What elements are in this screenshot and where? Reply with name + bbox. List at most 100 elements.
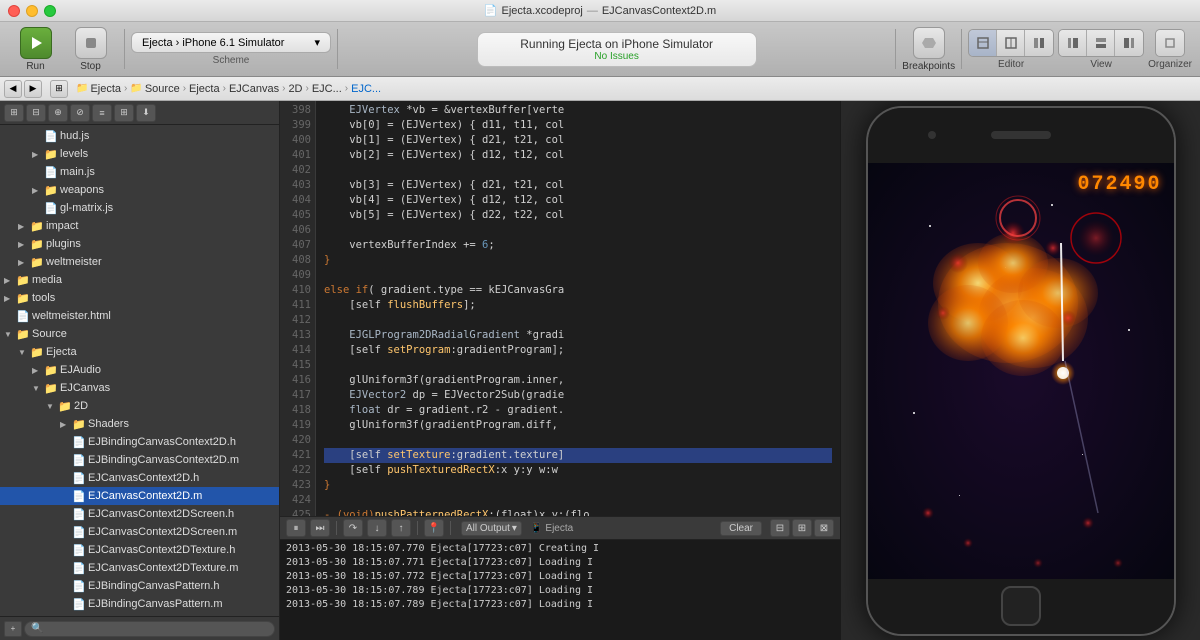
sidebar-item-ejbinding-h[interactable]: 📄 EJBindingCanvasContext2D.h xyxy=(0,433,279,451)
sidebar-item-impact[interactable]: ▶ 📁 impact xyxy=(0,217,279,235)
sidebar-item-ejpattern-m[interactable]: 📄 EJBindingCanvasPattern.m xyxy=(0,595,279,613)
sidebar-item-shaders[interactable]: ▶ 📁 Shaders xyxy=(0,415,279,433)
organizer-label: Organizer xyxy=(1148,59,1192,70)
folder-icon: 📁 xyxy=(130,83,142,94)
sidebar-btn-1[interactable]: ⊞ xyxy=(4,104,24,122)
stop-label: Stop xyxy=(80,61,101,72)
simulator-panel: 072490 xyxy=(840,101,1200,640)
stop-button[interactable]: Stop xyxy=(75,27,107,72)
run-button[interactable]: Run xyxy=(20,27,52,72)
maximize-button[interactable] xyxy=(44,5,56,17)
sidebar-item-source[interactable]: ▼ 📁 Source xyxy=(0,325,279,343)
editor-btn-1[interactable] xyxy=(969,30,997,56)
editor-btn-2[interactable] xyxy=(997,30,1025,56)
sidebar-btn-4[interactable]: ⊘ xyxy=(70,104,90,122)
console-clear-btn[interactable]: Clear xyxy=(720,521,762,536)
debug-stepover-btn[interactable]: ↷ xyxy=(343,519,363,537)
breadcrumb-item-file2[interactable]: EJC... xyxy=(351,83,381,95)
simulator-label: 📱 Ejecta xyxy=(530,523,573,534)
scheme-box[interactable]: Ejecta › iPhone 6.1 Simulator ▾ xyxy=(131,32,331,53)
iphone-speaker xyxy=(991,131,1051,139)
debug-pause-btn[interactable]: ⏸ xyxy=(286,519,306,537)
sidebar-item-glmatrix[interactable]: 📄 gl-matrix.js xyxy=(0,199,279,217)
sidebar-item-ejtexture-m[interactable]: 📄 EJCanvasContext2DTexture.m xyxy=(0,559,279,577)
status-sub: No Issues xyxy=(498,51,736,62)
debug-step-btn[interactable]: ⏭ xyxy=(310,519,330,537)
toolbar-divider-1 xyxy=(124,29,125,69)
run-icon xyxy=(20,27,52,59)
stop-group: Stop xyxy=(63,27,118,72)
sidebar-item-weltmeister[interactable]: ▶ 📁 weltmeister xyxy=(0,253,279,271)
iphone-screen[interactable]: 072490 xyxy=(868,163,1174,579)
sidebar-item-ejcanvasscreen-m[interactable]: 📄 EJCanvasContext2DScreen.m xyxy=(0,523,279,541)
view-group: View xyxy=(1058,29,1144,70)
debug-loc-btn[interactable]: 📍 xyxy=(424,519,444,537)
debug-stepin-btn[interactable]: ↓ xyxy=(367,519,387,537)
folder-icon: 📁 xyxy=(76,83,88,94)
toolbar-divider-2 xyxy=(337,29,338,69)
sidebar-item-ejcanvasscreen-h[interactable]: 📄 EJCanvasContext2DScreen.h xyxy=(0,505,279,523)
view-btn-1[interactable] xyxy=(1059,30,1087,56)
output-selector[interactable]: All Output ▾ xyxy=(461,521,522,536)
breadcrumb-nav-back[interactable]: ◀ xyxy=(4,80,22,98)
traffic-lights xyxy=(8,5,56,17)
sidebar-search[interactable]: 🔍 xyxy=(24,621,275,637)
console-split-btn-2[interactable]: ⊞ xyxy=(792,519,812,537)
sidebar-item-media[interactable]: ▶ 📁 media xyxy=(0,271,279,289)
breadcrumb-nav-forward[interactable]: ▶ xyxy=(24,80,42,98)
iphone-camera xyxy=(928,131,936,139)
sidebar-item-weltmeisterhtml[interactable]: 📄 weltmeister.html xyxy=(0,307,279,325)
sidebar-toolbar: ⊞ ⊟ ⊕ ⊘ ≡ ⊞ ⬇ xyxy=(0,101,279,125)
console-split-btn-3[interactable]: ⊠ xyxy=(814,519,834,537)
breakpoints-button[interactable] xyxy=(913,27,945,59)
breadcrumb-item-ejcanvas[interactable]: EJCanvas xyxy=(229,83,279,95)
status-box: Running Ejecta on iPhone Simulator No Is… xyxy=(477,32,757,67)
sidebar-item-ejaudio[interactable]: ▶ 📁 EJAudio xyxy=(0,361,279,379)
sidebar-item-ejbinding-m[interactable]: 📄 EJBindingCanvasContext2D.m xyxy=(0,451,279,469)
view-btn-3[interactable] xyxy=(1115,30,1143,56)
breadcrumb-item-2d[interactable]: 2D xyxy=(288,83,302,95)
breadcrumb-item-ejecta2[interactable]: Ejecta xyxy=(189,83,220,95)
sidebar-item-ejpattern-h[interactable]: 📄 EJBindingCanvasPattern.h xyxy=(0,577,279,595)
sidebar-item-hudjs[interactable]: 📄 hud.js xyxy=(0,127,279,145)
sidebar-btn-3[interactable]: ⊕ xyxy=(48,104,68,122)
breadcrumb-item-file1[interactable]: EJC... xyxy=(312,83,342,95)
minimize-button[interactable] xyxy=(26,5,38,17)
debug-stepout-btn[interactable]: ↑ xyxy=(391,519,411,537)
iphone-top-bar xyxy=(868,108,1174,163)
sidebar-item-ejcanvasctx-h[interactable]: 📄 EJCanvasContext2D.h xyxy=(0,469,279,487)
sidebar-item-ejtexture-h[interactable]: 📄 EJCanvasContext2DTexture.h xyxy=(0,541,279,559)
close-button[interactable] xyxy=(8,5,20,17)
sidebar-add-btn[interactable]: + xyxy=(4,621,22,637)
iphone-home-button[interactable] xyxy=(1001,586,1041,626)
sidebar-item-weapons[interactable]: ▶ 📁 weapons xyxy=(0,181,279,199)
breakpoints-label: Breakpoints xyxy=(902,61,955,72)
sidebar-item-ejecta-folder[interactable]: ▼ 📁 Ejecta xyxy=(0,343,279,361)
sidebar-item-ejcanvasctx-m[interactable]: 📄 EJCanvasContext2D.m xyxy=(0,487,279,505)
organizer-btn[interactable] xyxy=(1156,30,1184,56)
sidebar-btn-7[interactable]: ⬇ xyxy=(136,104,156,122)
sidebar-item-mainjs[interactable]: 📄 main.js xyxy=(0,163,279,181)
sidebar-item-2d[interactable]: ▼ 📁 2D xyxy=(0,397,279,415)
titlebar: 📄 Ejecta.xcodeproj — EJCanvasContext2D.m xyxy=(0,0,1200,22)
editor-btn-3[interactable] xyxy=(1025,30,1053,56)
breadcrumb-item-source[interactable]: 📁 Source xyxy=(130,83,179,95)
organizer-group: Organizer xyxy=(1148,29,1192,70)
view-btn-2[interactable] xyxy=(1087,30,1115,56)
sidebar-btn-5[interactable]: ≡ xyxy=(92,104,112,122)
breadcrumb-item-ejecta[interactable]: 📁 Ejecta xyxy=(76,83,121,95)
console-view-btns: ⊟ ⊞ ⊠ xyxy=(770,519,834,537)
breadcrumb-grid[interactable]: ⊞ xyxy=(50,80,68,98)
code-content[interactable]: EJVertex *vb = &vertexBuffer[verte vb[0]… xyxy=(316,101,840,516)
code-editor[interactable]: 398 399 400 401 402 403 404 405 406 407 … xyxy=(280,101,840,516)
sidebar-item-tools[interactable]: ▶ 📁 tools xyxy=(0,289,279,307)
scheme-chevron: ▾ xyxy=(314,36,320,49)
iphone-bottom xyxy=(868,579,1174,634)
sidebar-btn-2[interactable]: ⊟ xyxy=(26,104,46,122)
sidebar-item-levels[interactable]: ▶ 📁 levels xyxy=(0,145,279,163)
scheme-value: Ejecta › iPhone 6.1 Simulator xyxy=(142,37,284,49)
sidebar-btn-6[interactable]: ⊞ xyxy=(114,104,134,122)
console-split-btn-1[interactable]: ⊟ xyxy=(770,519,790,537)
sidebar-item-ejcanvas[interactable]: ▼ 📁 EJCanvas xyxy=(0,379,279,397)
sidebar-item-plugins[interactable]: ▶ 📁 plugins xyxy=(0,235,279,253)
